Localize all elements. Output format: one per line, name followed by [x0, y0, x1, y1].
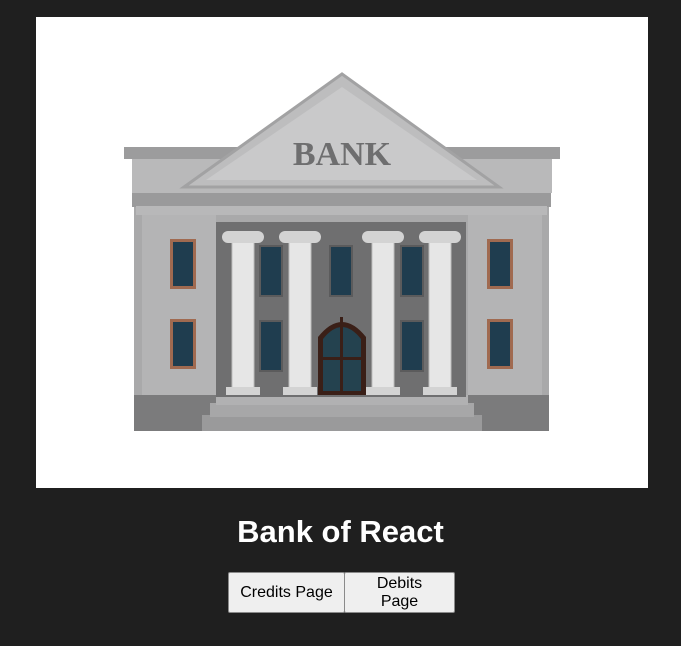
credits-page-button[interactable]: Credits Page	[228, 572, 345, 613]
bank-building-illustration: BANK	[124, 72, 560, 431]
bank-sign-text: BANK	[293, 136, 392, 173]
nav-bar: Credits Page Debits Page	[228, 572, 455, 613]
app-root: BANK Bank of React Credits Page Debits P…	[0, 0, 681, 646]
debits-page-button[interactable]: Debits Page	[344, 572, 455, 613]
page-title: Bank of React	[237, 514, 444, 549]
bank-building-image: BANK	[36, 17, 648, 488]
